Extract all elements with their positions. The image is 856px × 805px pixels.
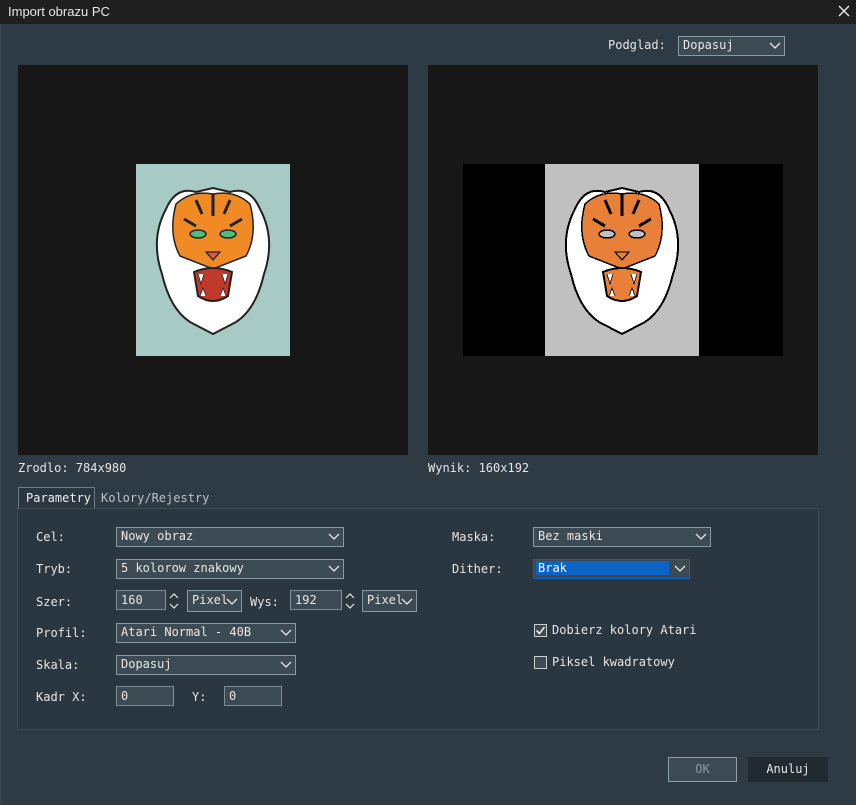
chevron-down-icon xyxy=(226,598,238,605)
piksel-label[interactable]: Piksel kwadratowy xyxy=(552,655,675,669)
piksel-checkbox[interactable] xyxy=(534,656,547,669)
skala-select[interactable]: Dopasuj xyxy=(116,655,296,675)
cancel-button[interactable]: Anuluj xyxy=(748,757,828,782)
tryb-label: Tryb: xyxy=(36,562,73,576)
kadr-y-input[interactable]: 0 xyxy=(224,686,282,706)
kadr-x-label: Kadr X: xyxy=(36,690,87,704)
chevron-down-icon xyxy=(769,42,781,49)
tab-kolory-rejestry[interactable]: Kolory/Rejestry xyxy=(97,487,209,508)
kadr-x-input[interactable]: 0 xyxy=(116,686,174,706)
chevron-down-icon xyxy=(328,533,340,540)
source-caption: Zrodlo: 784x980 xyxy=(18,461,127,475)
result-caption: Wynik: 160x192 xyxy=(428,461,530,475)
profil-select[interactable]: Atari Normal - 40B xyxy=(116,623,296,643)
result-image xyxy=(545,164,699,356)
wys-value: 192 xyxy=(295,593,317,607)
szer-stepper-icon[interactable] xyxy=(168,590,180,612)
dither-value: Brak xyxy=(536,561,669,575)
dither-select[interactable]: Brak xyxy=(533,559,690,579)
tab-parametry[interactable]: Parametry xyxy=(18,487,95,508)
kadr-x-value: 0 xyxy=(121,689,129,703)
cel-label: Cel: xyxy=(36,530,65,544)
wys-input[interactable]: 192 xyxy=(290,590,342,610)
szer-unit-value: Pixel xyxy=(192,593,229,607)
title-bar: Import obrazu PC xyxy=(0,0,856,24)
szer-label: Szer: xyxy=(36,595,73,609)
preview-value: Dopasuj xyxy=(683,38,734,52)
checkmark-icon xyxy=(535,626,546,635)
chevron-down-icon xyxy=(401,598,413,605)
szer-input[interactable]: 160 xyxy=(116,590,166,610)
chevron-down-icon xyxy=(328,565,340,572)
skala-value: Dopasuj xyxy=(121,657,172,671)
dobierz-label[interactable]: Dobierz kolory Atari xyxy=(552,623,697,637)
ok-button[interactable]: OK xyxy=(668,757,737,782)
source-preview xyxy=(18,65,408,455)
chevron-down-icon xyxy=(280,661,292,668)
tab-label: Parametry xyxy=(26,491,92,505)
szer-value: 160 xyxy=(121,593,143,607)
wys-unit-select[interactable]: Pixel xyxy=(362,590,417,612)
maska-label: Maska: xyxy=(452,530,496,544)
skala-label: Skala: xyxy=(36,658,80,672)
profil-value: Atari Normal - 40B xyxy=(121,625,252,639)
chevron-down-icon xyxy=(280,629,292,636)
close-icon[interactable] xyxy=(836,3,852,19)
wys-label: Wys: xyxy=(250,595,279,609)
window-title: Import obrazu PC xyxy=(8,4,110,19)
preview-select[interactable]: Dopasuj xyxy=(678,36,785,56)
cel-value: Nowy obraz xyxy=(121,529,194,543)
tryb-value: 5 kolorow znakowy xyxy=(121,561,244,575)
cel-select[interactable]: Nowy obraz xyxy=(116,527,344,547)
tryb-select[interactable]: 5 kolorow znakowy xyxy=(116,559,344,579)
tab-label: Kolory/Rejestry xyxy=(101,491,210,505)
result-preview xyxy=(428,65,818,455)
wys-stepper-icon[interactable] xyxy=(344,590,356,612)
kadr-y-value: 0 xyxy=(229,689,237,703)
kadr-y-label: Y: xyxy=(192,690,207,704)
source-image xyxy=(136,164,290,356)
dobierz-checkbox[interactable] xyxy=(534,624,547,637)
chevron-down-icon xyxy=(695,533,707,540)
maska-select[interactable]: Bez maski xyxy=(533,527,711,547)
szer-unit-select[interactable]: Pixel xyxy=(187,590,242,612)
maska-value: Bez maski xyxy=(538,529,604,543)
preview-label: Podglad: xyxy=(608,38,666,52)
wys-unit-value: Pixel xyxy=(367,593,404,607)
profil-label: Profil: xyxy=(36,626,87,640)
dither-label: Dither: xyxy=(452,562,503,576)
chevron-down-icon xyxy=(674,565,686,572)
